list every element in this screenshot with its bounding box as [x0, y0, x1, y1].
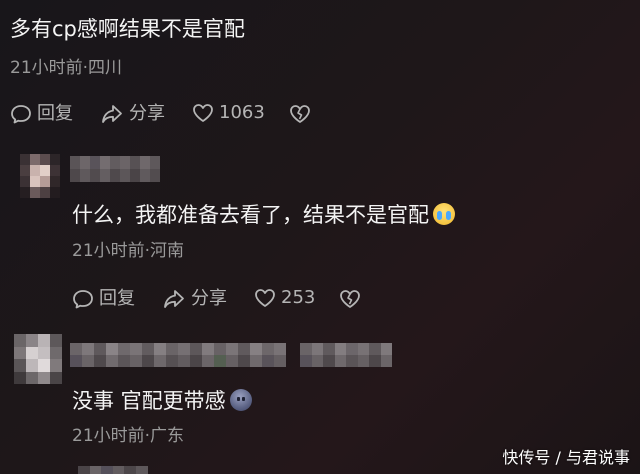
share-label: 分享 [129, 103, 165, 124]
username[interactable] [70, 343, 286, 367]
heart-icon [193, 104, 213, 122]
share-button[interactable]: 分享 [162, 288, 227, 310]
share-icon [164, 290, 184, 308]
reply-label: 回复 [99, 288, 135, 309]
crying-face-icon [433, 203, 455, 225]
reply-button[interactable]: 回复 [72, 288, 135, 310]
like-button[interactable]: 253 [254, 288, 315, 308]
share-button[interactable]: 分享 [100, 103, 165, 125]
like-count: 253 [281, 287, 316, 308]
comment-meta: 21小时前·四川 [10, 58, 123, 78]
reply-text-content: 什么，我都准备去看了，结果不是官配 [72, 203, 429, 227]
dislike-button[interactable] [289, 104, 311, 124]
user-badge [300, 343, 392, 367]
reply-meta: 21小时前·广东 [72, 426, 185, 446]
broken-heart-icon [340, 290, 360, 308]
reply-text: 没事 官配更带感 [72, 389, 252, 412]
reply-icon [73, 290, 93, 309]
avatar[interactable] [78, 466, 148, 474]
reply-icon [11, 105, 31, 124]
reply-meta: 21小时前·河南 [72, 241, 185, 261]
like-count: 1063 [219, 102, 265, 123]
comment-text: 多有cp感啊结果不是官配 [10, 17, 245, 41]
reply-text: 什么，我都准备去看了，结果不是官配 [72, 203, 455, 226]
broken-heart-icon [290, 105, 310, 123]
reply-button[interactable]: 回复 [10, 103, 73, 125]
avatar[interactable] [14, 334, 62, 384]
heart-icon [255, 289, 275, 307]
share-icon [102, 105, 122, 123]
dislike-button[interactable] [339, 289, 361, 309]
share-label: 分享 [191, 288, 227, 309]
like-button[interactable]: 1063 [192, 103, 265, 123]
avatar[interactable] [20, 154, 60, 198]
reply-label: 回复 [37, 103, 73, 124]
reply-text-content: 没事 官配更带感 [72, 389, 226, 413]
watermark: 快传号 / 与君说事 [502, 448, 630, 467]
meh-face-icon [229, 389, 252, 411]
username[interactable] [70, 156, 160, 182]
